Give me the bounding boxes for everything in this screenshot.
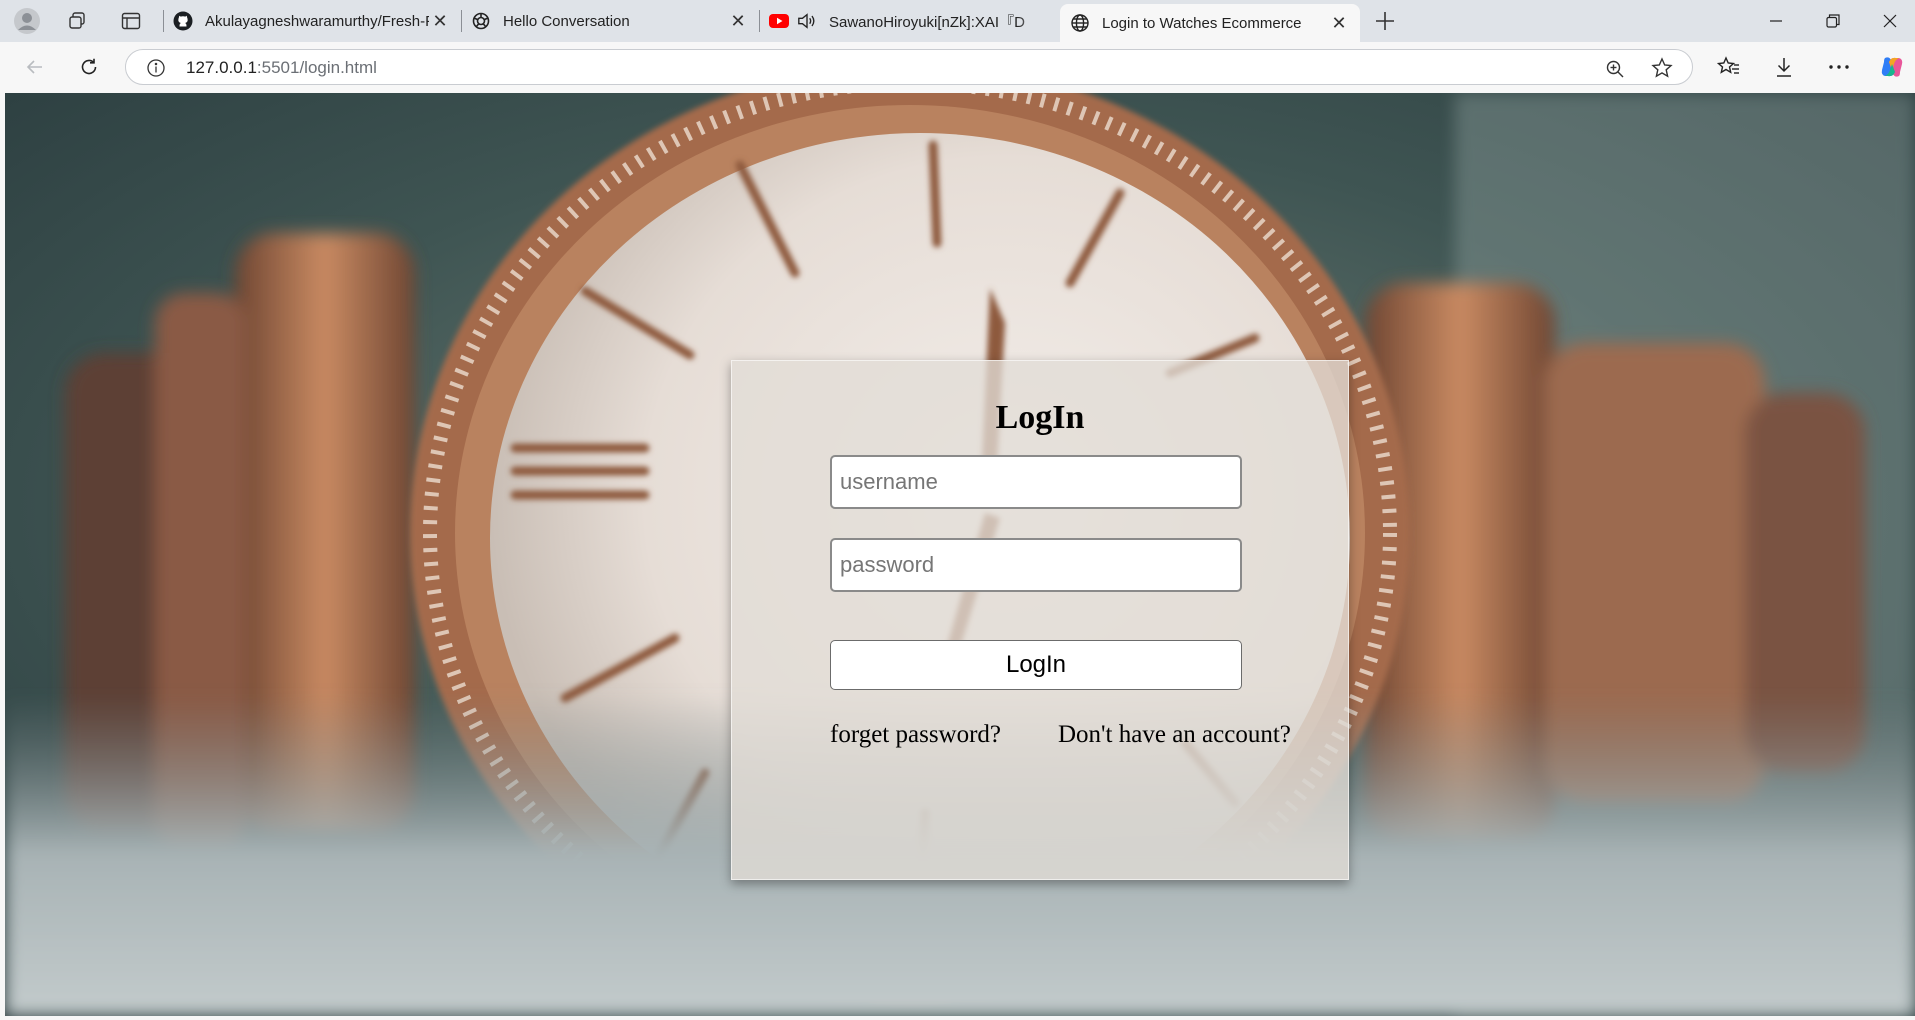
browser-toolbar: 127.0.0.1:5501/login.html [0,42,1915,92]
username-input[interactable] [830,455,1242,509]
vertical-tabs-icon[interactable] [116,6,146,36]
forgot-password-link[interactable]: forget password? [830,721,1001,749]
openai-icon [471,11,491,31]
more-menu-icon[interactable] [1823,51,1855,83]
login-card: LogIn LogIn forget password? Don't have … [731,360,1349,880]
tab-strip: Akulayagneshwaramurthy/Fresh-F ✕ Hello C… [0,0,1915,42]
speaker-audio-icon[interactable] [797,11,817,31]
downloads-icon[interactable] [1768,51,1800,83]
close-tab-icon[interactable]: ✕ [727,10,749,32]
tab-youtube[interactable]: SawanoHiroyuki[nZk]:XAI『D [759,0,1059,42]
login-button[interactable]: LogIn [830,640,1242,690]
close-tab-icon[interactable]: ✕ [429,10,451,32]
close-tab-icon[interactable]: ✕ [1328,12,1350,34]
password-input[interactable] [830,538,1242,592]
close-window-icon[interactable] [1862,0,1915,42]
tab-label: Hello Conversation [503,12,630,30]
tab-hello-conversation[interactable]: Hello Conversation ✕ [461,0,759,42]
zoom-icon[interactable] [1604,58,1626,80]
signup-link[interactable]: Don't have an account? [1058,721,1291,749]
address-bar[interactable]: 127.0.0.1:5501/login.html [125,49,1693,85]
copilot-icon[interactable] [1876,51,1908,83]
url-host: 127.0.0.1 [186,58,257,77]
login-title: LogIn [995,399,1085,436]
new-tab-plus-icon[interactable] [1370,6,1400,36]
favorites-icon[interactable] [1713,51,1745,83]
minimize-icon[interactable] [1748,0,1804,42]
tab-label: Login to Watches Ecommerce [1102,14,1302,32]
tab-github[interactable]: Akulayagneshwaramurthy/Fresh-F ✕ [163,0,461,42]
tab-login-active[interactable]: Login to Watches Ecommerce ✕ [1060,4,1360,42]
globe-icon [1070,13,1090,33]
url-path: :5501/login.html [256,58,377,77]
url-text: 127.0.0.1:5501/login.html [186,58,377,78]
workspaces-icon[interactable] [62,6,92,36]
site-info-icon[interactable] [146,58,166,78]
github-icon [173,11,193,31]
tab-label: Akulayagneshwaramurthy/Fresh-F [205,12,429,30]
favorite-star-icon[interactable] [1650,56,1674,80]
youtube-icon [769,11,789,31]
restore-icon[interactable] [1805,0,1861,42]
profile-avatar-icon[interactable] [12,6,42,36]
back-arrow-icon[interactable] [19,51,51,83]
tab-label: SawanoHiroyuki[nZk]:XAI『D [829,13,1025,31]
page-viewport: LogIn LogIn forget password? Don't have … [5,93,1915,1016]
refresh-icon[interactable] [73,51,105,83]
